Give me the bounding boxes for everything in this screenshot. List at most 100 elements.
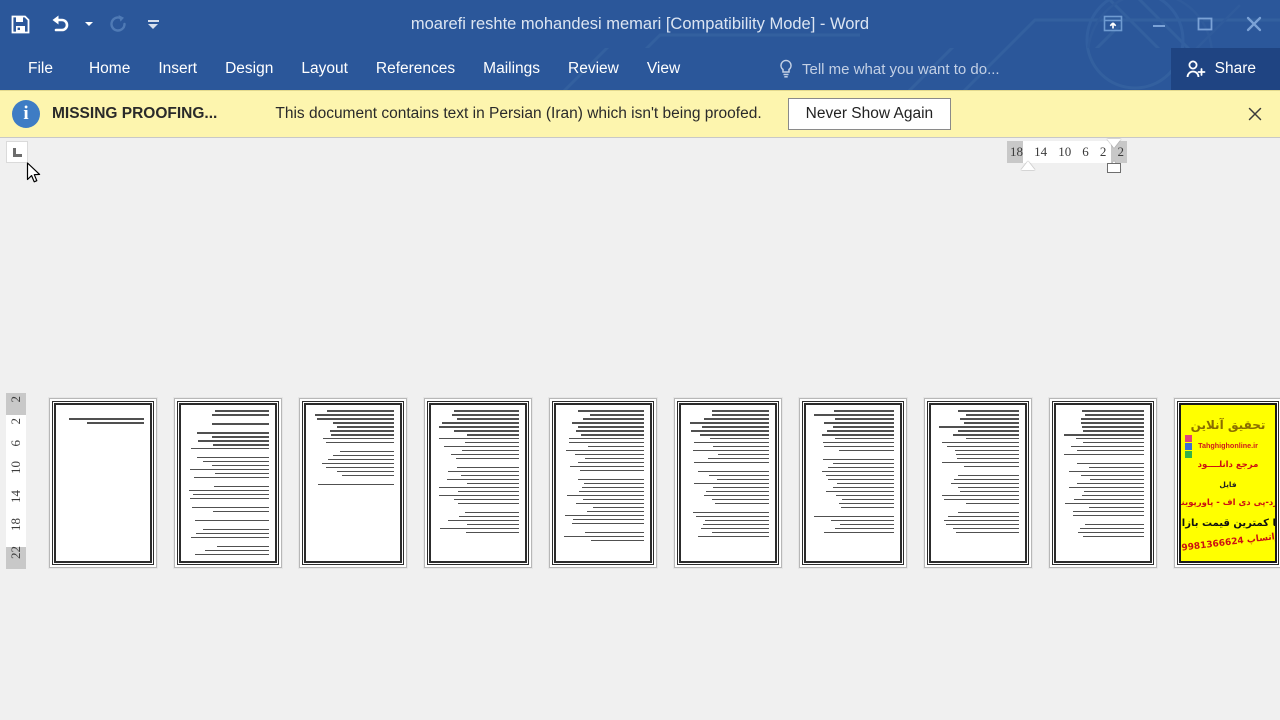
right-indent-marker-top[interactable] [1107, 139, 1121, 148]
tab-home[interactable]: Home [75, 48, 144, 90]
text-line [467, 523, 519, 526]
title-bar: moarefi reshte mohandesi memari [Compati… [0, 0, 1280, 48]
text-line [566, 449, 644, 452]
text-line [814, 515, 894, 518]
text-line [321, 462, 394, 465]
page-thumbnail[interactable] [674, 398, 782, 568]
text-line [580, 469, 644, 472]
text-line [943, 498, 1019, 501]
text-line [337, 470, 394, 473]
ruler-area: 18 14 10 6 2 2 [0, 138, 1280, 183]
customize-quick-access-toolbar-button[interactable] [138, 4, 168, 44]
vruler-number: 2 [8, 417, 23, 425]
text-line [958, 474, 1019, 477]
word-application-window: moarefi reshte mohandesi memari [Compati… [0, 0, 1280, 720]
undo-button[interactable] [40, 4, 80, 44]
tab-references-label: References [375, 60, 456, 77]
text-line [213, 510, 269, 513]
page-thumbnail[interactable] [549, 398, 657, 568]
text-line [959, 490, 1019, 493]
text-line [814, 413, 894, 416]
document-canvas[interactable]: تحقیق آنلاین Tahghighonline.ir مرجع دانلــ… [0, 168, 1280, 720]
page-thumbnail[interactable] [424, 398, 532, 568]
text-line [834, 417, 894, 420]
text-line [944, 519, 1019, 522]
tab-design[interactable]: Design [211, 48, 287, 90]
tab-references[interactable]: References [362, 48, 469, 90]
tab-mailings[interactable]: Mailings [469, 48, 554, 90]
text-line [964, 465, 1019, 468]
quick-access-toolbar[interactable] [0, 0, 168, 48]
text-line [700, 433, 769, 436]
text-line [1084, 413, 1144, 416]
tab-stop-selector-button[interactable] [6, 141, 28, 163]
tab-layout-label: Layout [301, 60, 348, 77]
text-line [955, 531, 1019, 534]
ribbon-tabs[interactable]: File Home Insert Design Layout Reference… [0, 48, 694, 90]
text-line [824, 421, 894, 424]
maximize-button[interactable] [1182, 0, 1228, 48]
tell-me-placeholder: Tell me what you want to do... [802, 60, 1000, 78]
text-line [198, 439, 269, 442]
left-indent-marker[interactable] [1107, 163, 1121, 173]
undo-dropdown-button[interactable] [80, 4, 98, 44]
redo-button[interactable] [98, 4, 138, 44]
tab-review[interactable]: Review [554, 48, 633, 90]
share-button[interactable]: Share [1170, 48, 1280, 90]
vertical-ruler[interactable]: 2 2 6 10 14 18 22 [6, 393, 26, 569]
text-line [446, 478, 519, 481]
page-thumbnail[interactable] [299, 398, 407, 568]
ad-phone: واتساپ 09981366624 [1179, 531, 1277, 555]
maximize-icon [1197, 17, 1213, 31]
tab-layout[interactable]: Layout [287, 48, 362, 90]
text-line [568, 441, 644, 444]
text-line [336, 425, 394, 428]
text-line [439, 486, 519, 489]
text-line [588, 445, 644, 448]
page-thumbnail[interactable] [924, 398, 1032, 568]
text-line [1072, 514, 1144, 517]
close-button[interactable] [1228, 0, 1280, 48]
text-line [191, 506, 269, 509]
page-thumbnail[interactable] [1049, 398, 1157, 568]
ribbon-tab-bar: File Home Insert Design Layout Reference… [0, 48, 1280, 90]
text-line [577, 461, 644, 464]
text-line [694, 461, 769, 464]
page-thumbnail[interactable] [174, 398, 282, 568]
text-line [341, 474, 394, 477]
text-line [709, 474, 769, 477]
text-line [718, 453, 769, 456]
text-line [465, 531, 519, 534]
text-line [700, 527, 769, 530]
text-line [590, 539, 644, 542]
text-line [834, 527, 894, 530]
never-show-again-button[interactable]: Never Show Again [787, 98, 952, 130]
ribbon-display-options-button[interactable] [1090, 0, 1136, 48]
text-line [690, 421, 769, 424]
text-line [325, 441, 394, 444]
tab-file[interactable]: File [0, 48, 75, 90]
text-line [1080, 474, 1144, 477]
left-tab-stop-icon [12, 147, 22, 157]
tab-insert[interactable]: Insert [144, 48, 211, 90]
text-line [1084, 523, 1144, 526]
tell-me-search[interactable]: Tell me what you want to do... [778, 48, 1000, 90]
save-button[interactable] [0, 4, 40, 44]
vruler-number: 14 [8, 489, 23, 503]
page-thumbnails[interactable]: تحقیق آنلاین Tahghighonline.ir مرجع دانلــ… [49, 398, 1280, 568]
text-line [832, 462, 894, 465]
message-bar-close-button[interactable] [1244, 103, 1266, 125]
text-line [322, 437, 394, 440]
tab-view[interactable]: View [633, 48, 694, 90]
text-line [571, 421, 644, 424]
page-thumbnail[interactable]: تحقیق آنلاین Tahghighonline.ir مرجع دانلــ… [1174, 398, 1280, 568]
minimize-button[interactable] [1136, 0, 1182, 48]
window-controls[interactable] [1090, 0, 1280, 48]
first-line-indent-marker[interactable] [1021, 161, 1035, 170]
page-thumbnail[interactable] [799, 398, 907, 568]
text-line [214, 472, 269, 475]
page-thumbnail[interactable] [49, 398, 157, 568]
